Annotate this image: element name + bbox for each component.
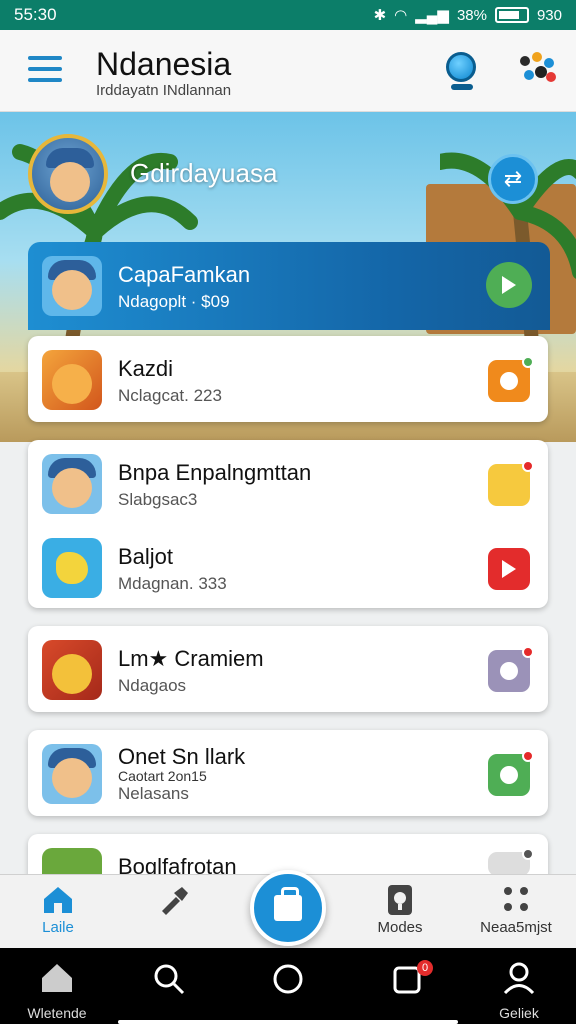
tab-more[interactable]: Neaa5mjst <box>466 883 566 943</box>
app-card: Kazdi Nclagcat. 223 <box>28 336 548 422</box>
app-card: Onet Sn llark Caotart 2on15 Nelasans <box>28 730 548 816</box>
app-thumbnail <box>42 350 102 410</box>
shuffle-button[interactable]: ⇄ <box>488 154 538 204</box>
wifi-icon: ◠ <box>394 7 408 24</box>
app-subtitle: Irddayatn INdlannan <box>96 82 232 99</box>
nav-search[interactable] <box>124 962 214 1022</box>
tab-modes-label: Modes <box>377 919 423 936</box>
app-thumbnail <box>42 640 102 700</box>
app-title: Kazdi <box>118 356 174 381</box>
bluetooth-icon: ✱ <box>373 7 387 24</box>
app-card: Lm★ Cramiem Ndagaos <box>28 626 548 712</box>
store-fab-button[interactable] <box>250 870 326 946</box>
system-nav-bar: Wletende 0 Geliek <box>0 948 576 1024</box>
modes-icon <box>384 885 416 915</box>
open-button[interactable] <box>488 848 534 876</box>
tab-more-label: Neaa5mjst <box>480 919 552 936</box>
open-button[interactable] <box>488 460 534 506</box>
app-thumbnail <box>42 454 102 514</box>
featured-title: CapaFamkan <box>118 262 251 287</box>
shopping-bag-icon <box>274 887 302 921</box>
battery-percent: 38% <box>456 6 487 24</box>
hero-username: Gdirdayuasa <box>130 158 278 188</box>
shuffle-icon: ⇄ <box>503 166 523 191</box>
status-bar: 55:30 ✱ ◠ ▂▄▆ 38% 930 <box>0 0 576 30</box>
app-title: Ndanesia <box>96 46 232 82</box>
featured-play-button[interactable] <box>486 262 532 308</box>
more-dots-icon <box>500 885 532 915</box>
app-title: Lm★ Cramiem <box>118 646 264 671</box>
nav-profile[interactable]: Geliek <box>474 962 564 1022</box>
open-button[interactable] <box>488 646 534 692</box>
circle-icon <box>273 964 303 994</box>
featured-row[interactable]: CapaFamkan Ndagoplt · $09 <box>28 242 550 330</box>
signal-icon: ▂▄▆ <box>415 7 449 24</box>
open-button[interactable] <box>488 750 534 796</box>
tab-home[interactable]: Laile <box>8 883 108 943</box>
app-subtitle: Ndagaos <box>118 676 187 695</box>
menu-icon[interactable] <box>28 56 62 84</box>
app-thumbnail <box>42 538 102 598</box>
app-title: Baljot <box>118 544 174 569</box>
app-subtitle: Slabgsac3 <box>118 490 198 509</box>
open-button[interactable] <box>488 356 534 402</box>
play-button[interactable] <box>488 548 530 590</box>
list-item[interactable]: Lm★ Cramiem Ndagaos <box>28 626 548 712</box>
nav-profile-label: Geliek <box>499 1005 539 1021</box>
app-card: Bnpa Enpalngmttan Slabgsac3 Baljot Mdagn… <box>28 440 548 608</box>
profile-avatar[interactable] <box>28 134 108 214</box>
apps-grid-icon[interactable] <box>520 52 556 86</box>
list-item[interactable]: Onet Sn llark Caotart 2on15 Nelasans <box>28 730 548 816</box>
featured-subtitle: Ndagoplt · $09 <box>118 292 230 311</box>
tab-modes[interactable]: Modes <box>350 883 450 943</box>
location-pin-icon[interactable] <box>446 52 478 92</box>
notification-badge: 0 <box>417 960 433 976</box>
app-title: Onet Sn llark <box>118 744 246 769</box>
app-title: Bnpa Enpalngmttan <box>118 460 312 485</box>
home-icon <box>42 885 74 915</box>
app-extra-text: Caotart 2on15 <box>118 768 207 784</box>
list-item[interactable]: Bnpa Enpalngmttan Slabgsac3 <box>28 440 548 526</box>
featured-thumbnail <box>42 256 102 316</box>
nav-home-label: Wletende <box>27 1005 87 1021</box>
nav-home[interactable]: Wletende <box>12 962 102 1022</box>
play-icon <box>502 276 516 294</box>
play-icon <box>502 560 516 578</box>
tab-tools[interactable] <box>124 883 224 943</box>
app-subtitle: Nclagcat. 223 <box>118 386 222 405</box>
user-icon <box>503 962 535 995</box>
status-extra: 930 <box>536 6 562 24</box>
gesture-bar[interactable] <box>118 1020 458 1024</box>
nav-notifications[interactable]: 0 <box>363 960 453 1022</box>
battery-icon <box>494 7 529 23</box>
nav-home-circle[interactable] <box>243 962 333 1022</box>
list-item[interactable]: Baljot Mdagnan. 333 <box>28 524 548 610</box>
list-item[interactable]: Kazdi Nclagcat. 223 <box>28 336 548 422</box>
app-subtitle: Mdagnan. 333 <box>118 574 227 593</box>
search-icon <box>154 964 185 995</box>
app-header: Ndanesia Irddayatn INdlannan <box>0 30 576 112</box>
status-icons: ✱ ◠ ▂▄▆ 38% 930 <box>373 6 562 25</box>
tab-home-label: Laile <box>42 919 74 936</box>
app-thumbnail <box>42 744 102 804</box>
home-icon <box>42 964 72 992</box>
tools-icon <box>158 885 190 915</box>
app-subtitle: Nelasans <box>118 784 189 803</box>
status-time: 55:30 <box>14 5 57 24</box>
